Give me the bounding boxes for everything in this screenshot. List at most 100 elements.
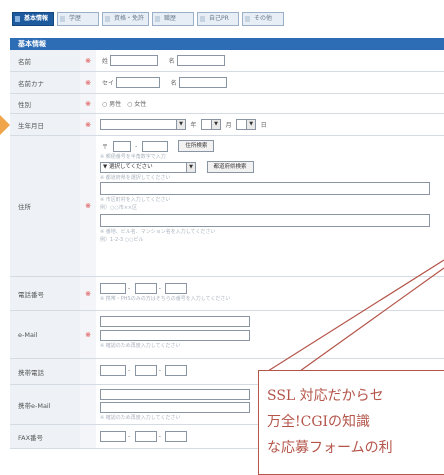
callout-line: な応募フォームの利 [267, 440, 393, 456]
address-search-button[interactable]: 住所検索 [178, 140, 215, 152]
birthdate-fields: ▼ 年 ▼ 月 ▼ 日 [96, 114, 444, 135]
tab-label: 資格・免許 [114, 15, 145, 22]
mobile-second-input[interactable] [134, 365, 157, 376]
first-name-label: 名 [168, 58, 175, 65]
tab-label: 学歴 [69, 15, 82, 22]
form-tabs: 基本情報 学歴 資格・免許 職歴 自己PR その他 [12, 12, 285, 26]
gender-options[interactable]: ○ 男性 ○ 女性 [96, 94, 444, 113]
mobile-email-input[interactable] [100, 389, 250, 400]
name-fields: 姓 名 [96, 50, 444, 71]
row-email: e-Mail ※ ※ 確認のため再度入力してください [10, 311, 444, 359]
tab-education[interactable]: 学歴 [57, 12, 99, 26]
email-hint: ※ 確認のため再度入力してください [100, 343, 181, 349]
kana-label: 名前カナ [10, 72, 80, 93]
birthdate-label: 生年月日 [10, 114, 80, 135]
address-label: 住所 [10, 136, 80, 276]
fax-first-input[interactable] [100, 431, 126, 442]
tab-label: 基本情報 [24, 15, 49, 22]
tab-label: 自己PR [209, 15, 229, 22]
mobile-first-input[interactable] [100, 365, 126, 376]
tab-qualifications[interactable]: 資格・免許 [102, 12, 150, 26]
required-mark: ※ [80, 94, 96, 113]
month-label: 月 [225, 122, 232, 129]
street-input[interactable] [100, 214, 430, 227]
kana-fields: セイ 名 [96, 72, 444, 93]
day-label: 日 [260, 122, 267, 129]
prefecture-hint: ※ 都道府県を選択してください [100, 175, 171, 181]
last-name-input[interactable] [110, 55, 159, 66]
tab-self-pr[interactable]: 自己PR [197, 12, 240, 26]
chevron-down-icon: ▼ [246, 120, 256, 129]
mobile-email-confirm-input[interactable] [100, 402, 250, 413]
tab-label: その他 [254, 15, 273, 22]
fax-label: FAX番号 [10, 425, 80, 448]
required-mark: ※ [80, 72, 96, 93]
tab-work-history[interactable]: 職歴 [152, 12, 195, 26]
required-mark [80, 359, 96, 384]
tab-label: 職歴 [164, 15, 177, 22]
first-kana-input[interactable] [178, 77, 227, 88]
row-birthdate: 生年月日 ※ ▼ 年 ▼ 月 ▼ 日 [10, 114, 444, 136]
required-mark: ※ [80, 50, 96, 71]
row-phone: 電話番号 ※ - - ※ 携帯・PHSのみの方はそちらの番号を入力してください [10, 277, 444, 311]
first-kana-label: 名 [170, 80, 177, 87]
birth-day-select[interactable]: ▼ [236, 119, 257, 130]
street-hint: ※ 番地、ビル名、マンション名を入力してください [100, 229, 216, 235]
required-mark: ※ [80, 277, 96, 310]
phone-first-input[interactable] [100, 283, 126, 294]
name-label: 名前 [10, 50, 80, 71]
row-name: 名前 ※ 姓 名 [10, 50, 444, 72]
last-kana-input[interactable] [116, 77, 161, 88]
arrow-icon [0, 115, 10, 135]
prefecture-select[interactable]: ▼ 選択してください ▼ [100, 161, 196, 173]
row-address: 住所 ※ 〒 - 住所検索 ※ 郵便番号を半角数字で入力 ▼ 選択してください ▼… [10, 136, 444, 277]
city-example: 例）○○市××区 [100, 205, 138, 211]
chevron-down-icon: ▼ [186, 162, 195, 172]
email-input[interactable] [100, 316, 250, 327]
zip-second-input[interactable] [141, 140, 168, 152]
feature-callout: SSL 対応だからセ 万全!CGIの知識 な応募フォームの利 [258, 370, 444, 475]
address-fields: 〒 - 住所検索 ※ 郵便番号を半角数字で入力 ▼ 選択してください ▼ 都道府県… [96, 136, 444, 276]
mobile-third-input[interactable] [165, 365, 188, 376]
mobile-label: 携帯電話 [10, 359, 80, 384]
chevron-down-icon: ▼ [211, 120, 221, 129]
callout-line: 万全!CGIの知識 [267, 414, 371, 430]
row-gender: 性別 ※ ○ 男性 ○ 女性 [10, 94, 444, 114]
postal-mark: 〒 [102, 143, 109, 151]
email-confirm-input[interactable] [100, 330, 250, 341]
zip-first-input[interactable] [112, 140, 131, 152]
callout-line: SSL 対応だからセ [267, 388, 384, 404]
gender-label: 性別 [10, 94, 80, 113]
required-mark: ※ [80, 311, 96, 358]
required-mark: ※ [80, 136, 96, 276]
birth-month-select[interactable]: ▼ [201, 119, 222, 130]
city-hint: ※ 市区町村を入力してください [100, 197, 171, 203]
tab-basic-info[interactable]: 基本情報 [12, 12, 54, 26]
prefecture-value: ▼ 選択してください [103, 163, 153, 170]
email-label: e-Mail [10, 311, 80, 358]
phone-label: 電話番号 [10, 277, 80, 310]
phone-second-input[interactable] [134, 283, 157, 294]
chevron-down-icon: ▼ [176, 120, 185, 129]
section-header: 基本情報 [10, 38, 444, 50]
phone-third-input[interactable] [165, 283, 188, 294]
fax-second-input[interactable] [134, 431, 157, 442]
zip-hint: ※ 郵便番号を半角数字で入力 [100, 154, 166, 160]
required-mark: ※ [80, 114, 96, 135]
first-name-input[interactable] [176, 55, 225, 66]
birth-year-select[interactable]: ▼ [100, 119, 186, 130]
email-fields: ※ 確認のため再度入力してください [96, 311, 444, 358]
street-example: 例）1-2-3 ○○ビル [100, 237, 144, 243]
required-mark [80, 425, 96, 448]
year-label: 年 [190, 122, 197, 129]
fax-third-input[interactable] [165, 431, 188, 442]
city-input[interactable] [100, 182, 430, 195]
gender-radio-group[interactable]: ○ 男性 ○ 女性 [102, 101, 146, 108]
phone-hint: ※ 携帯・PHSのみの方はそちらの番号を入力してください [100, 296, 231, 302]
last-name-label: 姓 [102, 58, 109, 65]
tab-other[interactable]: その他 [242, 12, 285, 26]
phone-fields: - - ※ 携帯・PHSのみの方はそちらの番号を入力してください [96, 277, 444, 310]
required-mark [80, 385, 96, 424]
prefecture-search-button[interactable]: 都道府県検索 [206, 161, 254, 173]
last-kana-label: セイ [102, 80, 115, 87]
